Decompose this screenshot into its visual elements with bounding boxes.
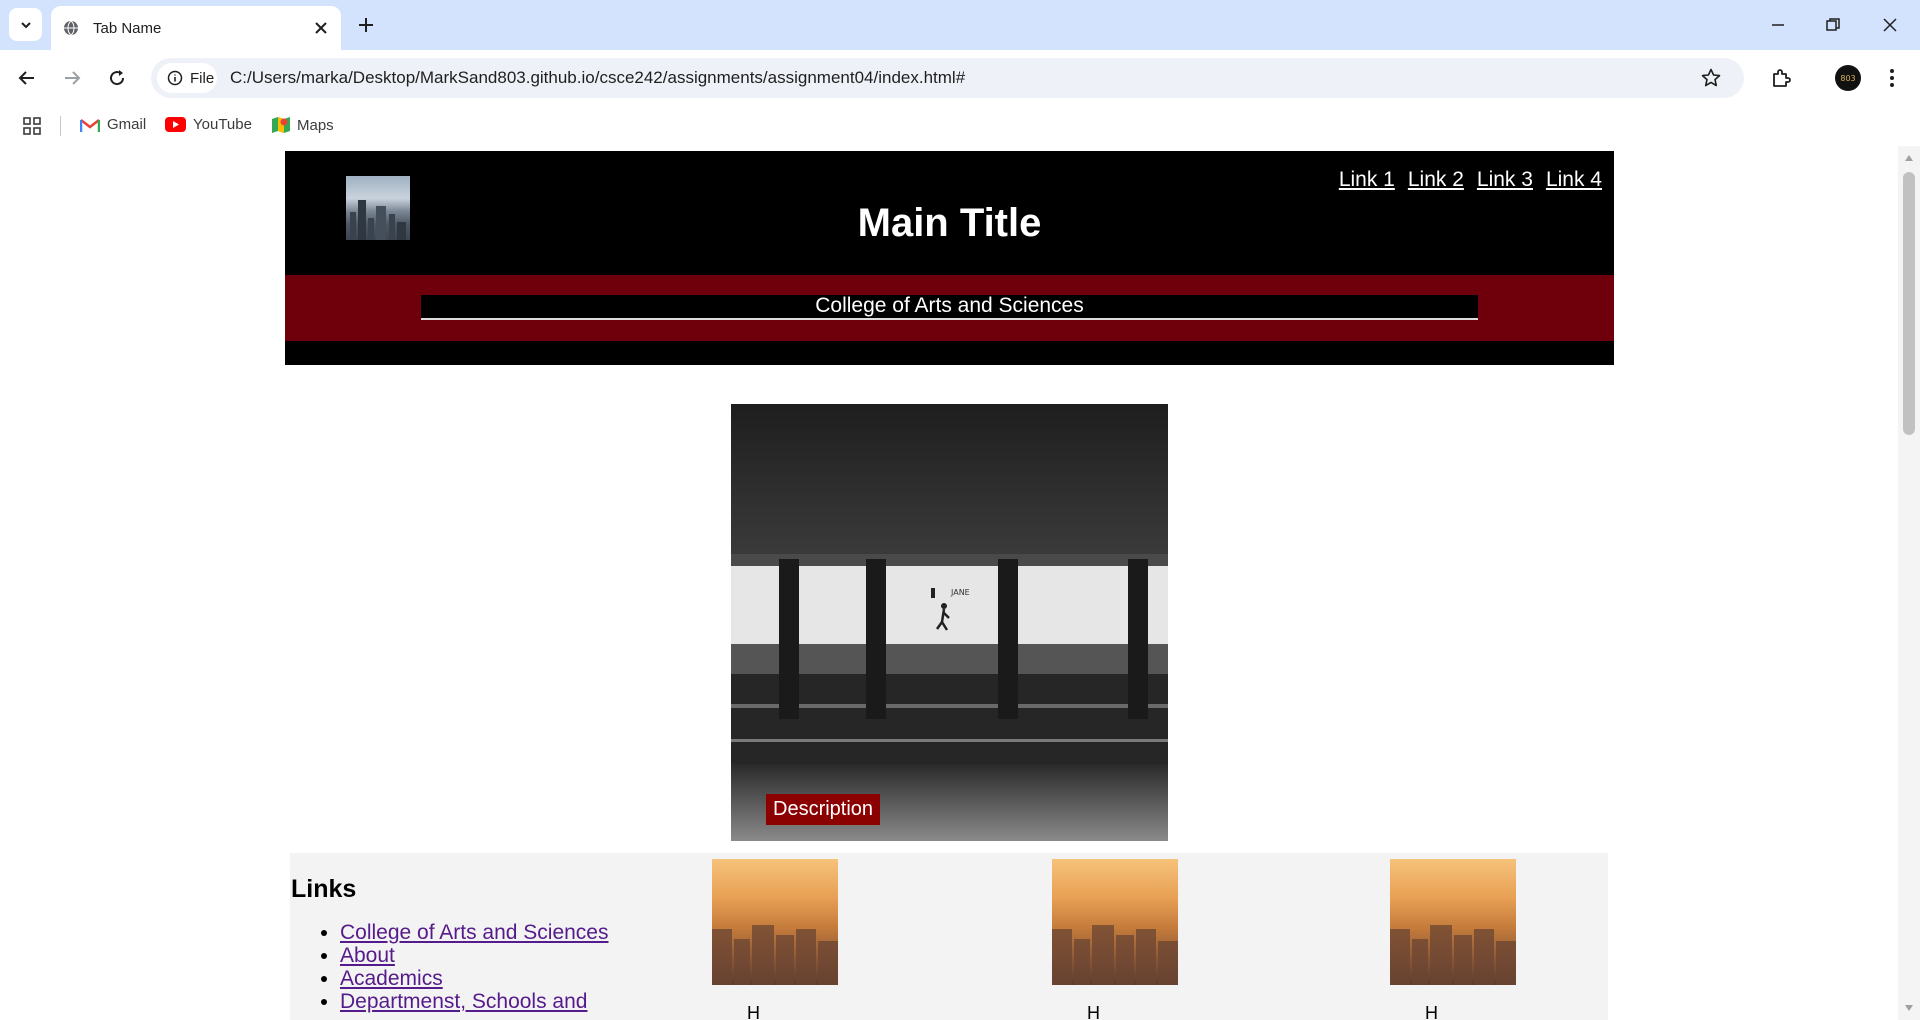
hero-description: Description <box>766 794 881 825</box>
nav-link-3[interactable]: Link 3 <box>1477 168 1533 192</box>
maps-icon <box>272 117 290 133</box>
thumbnail-caption: H <box>1087 1003 1100 1020</box>
bookmarks-divider <box>60 116 61 136</box>
list-item: Departmenst, Schools and <box>340 990 609 1013</box>
close-window-icon[interactable] <box>1879 14 1901 36</box>
scroll-thumb[interactable] <box>1903 172 1915 435</box>
profile-initials: 803 <box>1840 73 1856 83</box>
bookmark-label: Gmail <box>107 116 147 133</box>
city-thumbnail-2 <box>1052 859 1178 985</box>
list-item: About <box>340 944 609 967</box>
back-icon[interactable] <box>15 66 39 90</box>
reload-icon[interactable] <box>105 66 129 90</box>
more-menu-icon[interactable] <box>1880 66 1904 90</box>
active-tab[interactable]: Tab Name <box>51 6 341 50</box>
links-list: College of Arts and Sciences About Acade… <box>290 921 609 1013</box>
thumbnail-caption: H <box>1425 1003 1438 1020</box>
hero-image: JANE Description <box>731 404 1168 841</box>
browser-toolbar: File C:/Users/marka/Desktop/MarkSand803.… <box>0 50 1920 106</box>
info-icon <box>167 70 183 86</box>
site-info-chip[interactable]: File <box>157 63 217 93</box>
main-title: Main Title <box>857 201 1042 245</box>
bookmark-label: YouTube <box>193 116 252 133</box>
city-thumbnail-1 <box>712 859 838 985</box>
bookmark-gmail[interactable]: Gmail <box>80 116 146 133</box>
header-nav: Link 1 Link 2 Link 3 Link 4 <box>1339 168 1602 192</box>
header-band: College of Arts and Sciences <box>285 275 1614 341</box>
scroll-down-icon[interactable] <box>1904 1004 1914 1012</box>
tab-strip: Tab Name <box>0 0 1920 50</box>
tab-title: Tab Name <box>93 19 162 37</box>
college-name-bar: College of Arts and Sciences <box>421 295 1478 320</box>
nav-link-2[interactable]: Link 2 <box>1408 168 1464 192</box>
sign-text: JANE <box>950 588 970 597</box>
list-item: Academics <box>340 967 609 990</box>
forward-icon[interactable] <box>60 66 84 90</box>
bookmark-label: Maps <box>297 116 334 134</box>
tab-search-button[interactable] <box>9 8 42 41</box>
subway-photo: JANE <box>731 404 1168 841</box>
bookmark-youtube[interactable]: YouTube <box>165 116 252 133</box>
site-chip-label: File <box>190 69 215 87</box>
address-bar[interactable]: File C:/Users/marka/Desktop/MarkSand803.… <box>151 58 1744 98</box>
thumbnail-caption: H <box>747 1003 760 1020</box>
globe-icon <box>64 20 78 36</box>
city-thumbnail-3 <box>1390 859 1516 985</box>
close-tab-icon[interactable] <box>313 20 329 36</box>
scroll-up-icon[interactable] <box>1904 154 1914 162</box>
link-academics[interactable]: Academics <box>340 967 443 990</box>
page-scrollbar[interactable] <box>1898 146 1920 1020</box>
bookmark-maps[interactable]: Maps <box>272 116 334 134</box>
links-heading: Links <box>291 875 357 903</box>
links-section: Links College of Arts and Sciences About… <box>290 853 1608 1020</box>
chevron-down-icon <box>20 21 31 28</box>
apps-grid-icon[interactable] <box>23 117 41 135</box>
link-about[interactable]: About <box>340 944 395 967</box>
nav-link-4[interactable]: Link 4 <box>1546 168 1602 192</box>
list-item: College of Arts and Sciences <box>340 921 609 944</box>
gmail-icon <box>80 118 100 132</box>
link-college-arts-sciences[interactable]: College of Arts and Sciences <box>340 921 609 944</box>
bookmarks-bar: Gmail YouTube Maps <box>0 106 1920 146</box>
minimize-icon[interactable] <box>1767 14 1789 36</box>
youtube-icon <box>165 117 186 132</box>
url-text[interactable]: C:/Users/marka/Desktop/MarkSand803.githu… <box>230 68 965 88</box>
extensions-icon[interactable] <box>1769 66 1793 90</box>
restore-icon[interactable] <box>1822 14 1844 36</box>
nav-link-1[interactable]: Link 1 <box>1339 168 1395 192</box>
link-departments[interactable]: Departmenst, Schools and <box>340 990 587 1013</box>
profile-avatar[interactable]: 803 <box>1835 65 1861 91</box>
bookmark-star-icon[interactable] <box>1700 67 1722 89</box>
new-tab-icon[interactable] <box>355 14 377 36</box>
site-header: Link 1 Link 2 Link 3 Link 4 Main Title C… <box>285 151 1614 365</box>
page-viewport: Link 1 Link 2 Link 3 Link 4 Main Title C… <box>0 146 1898 1020</box>
